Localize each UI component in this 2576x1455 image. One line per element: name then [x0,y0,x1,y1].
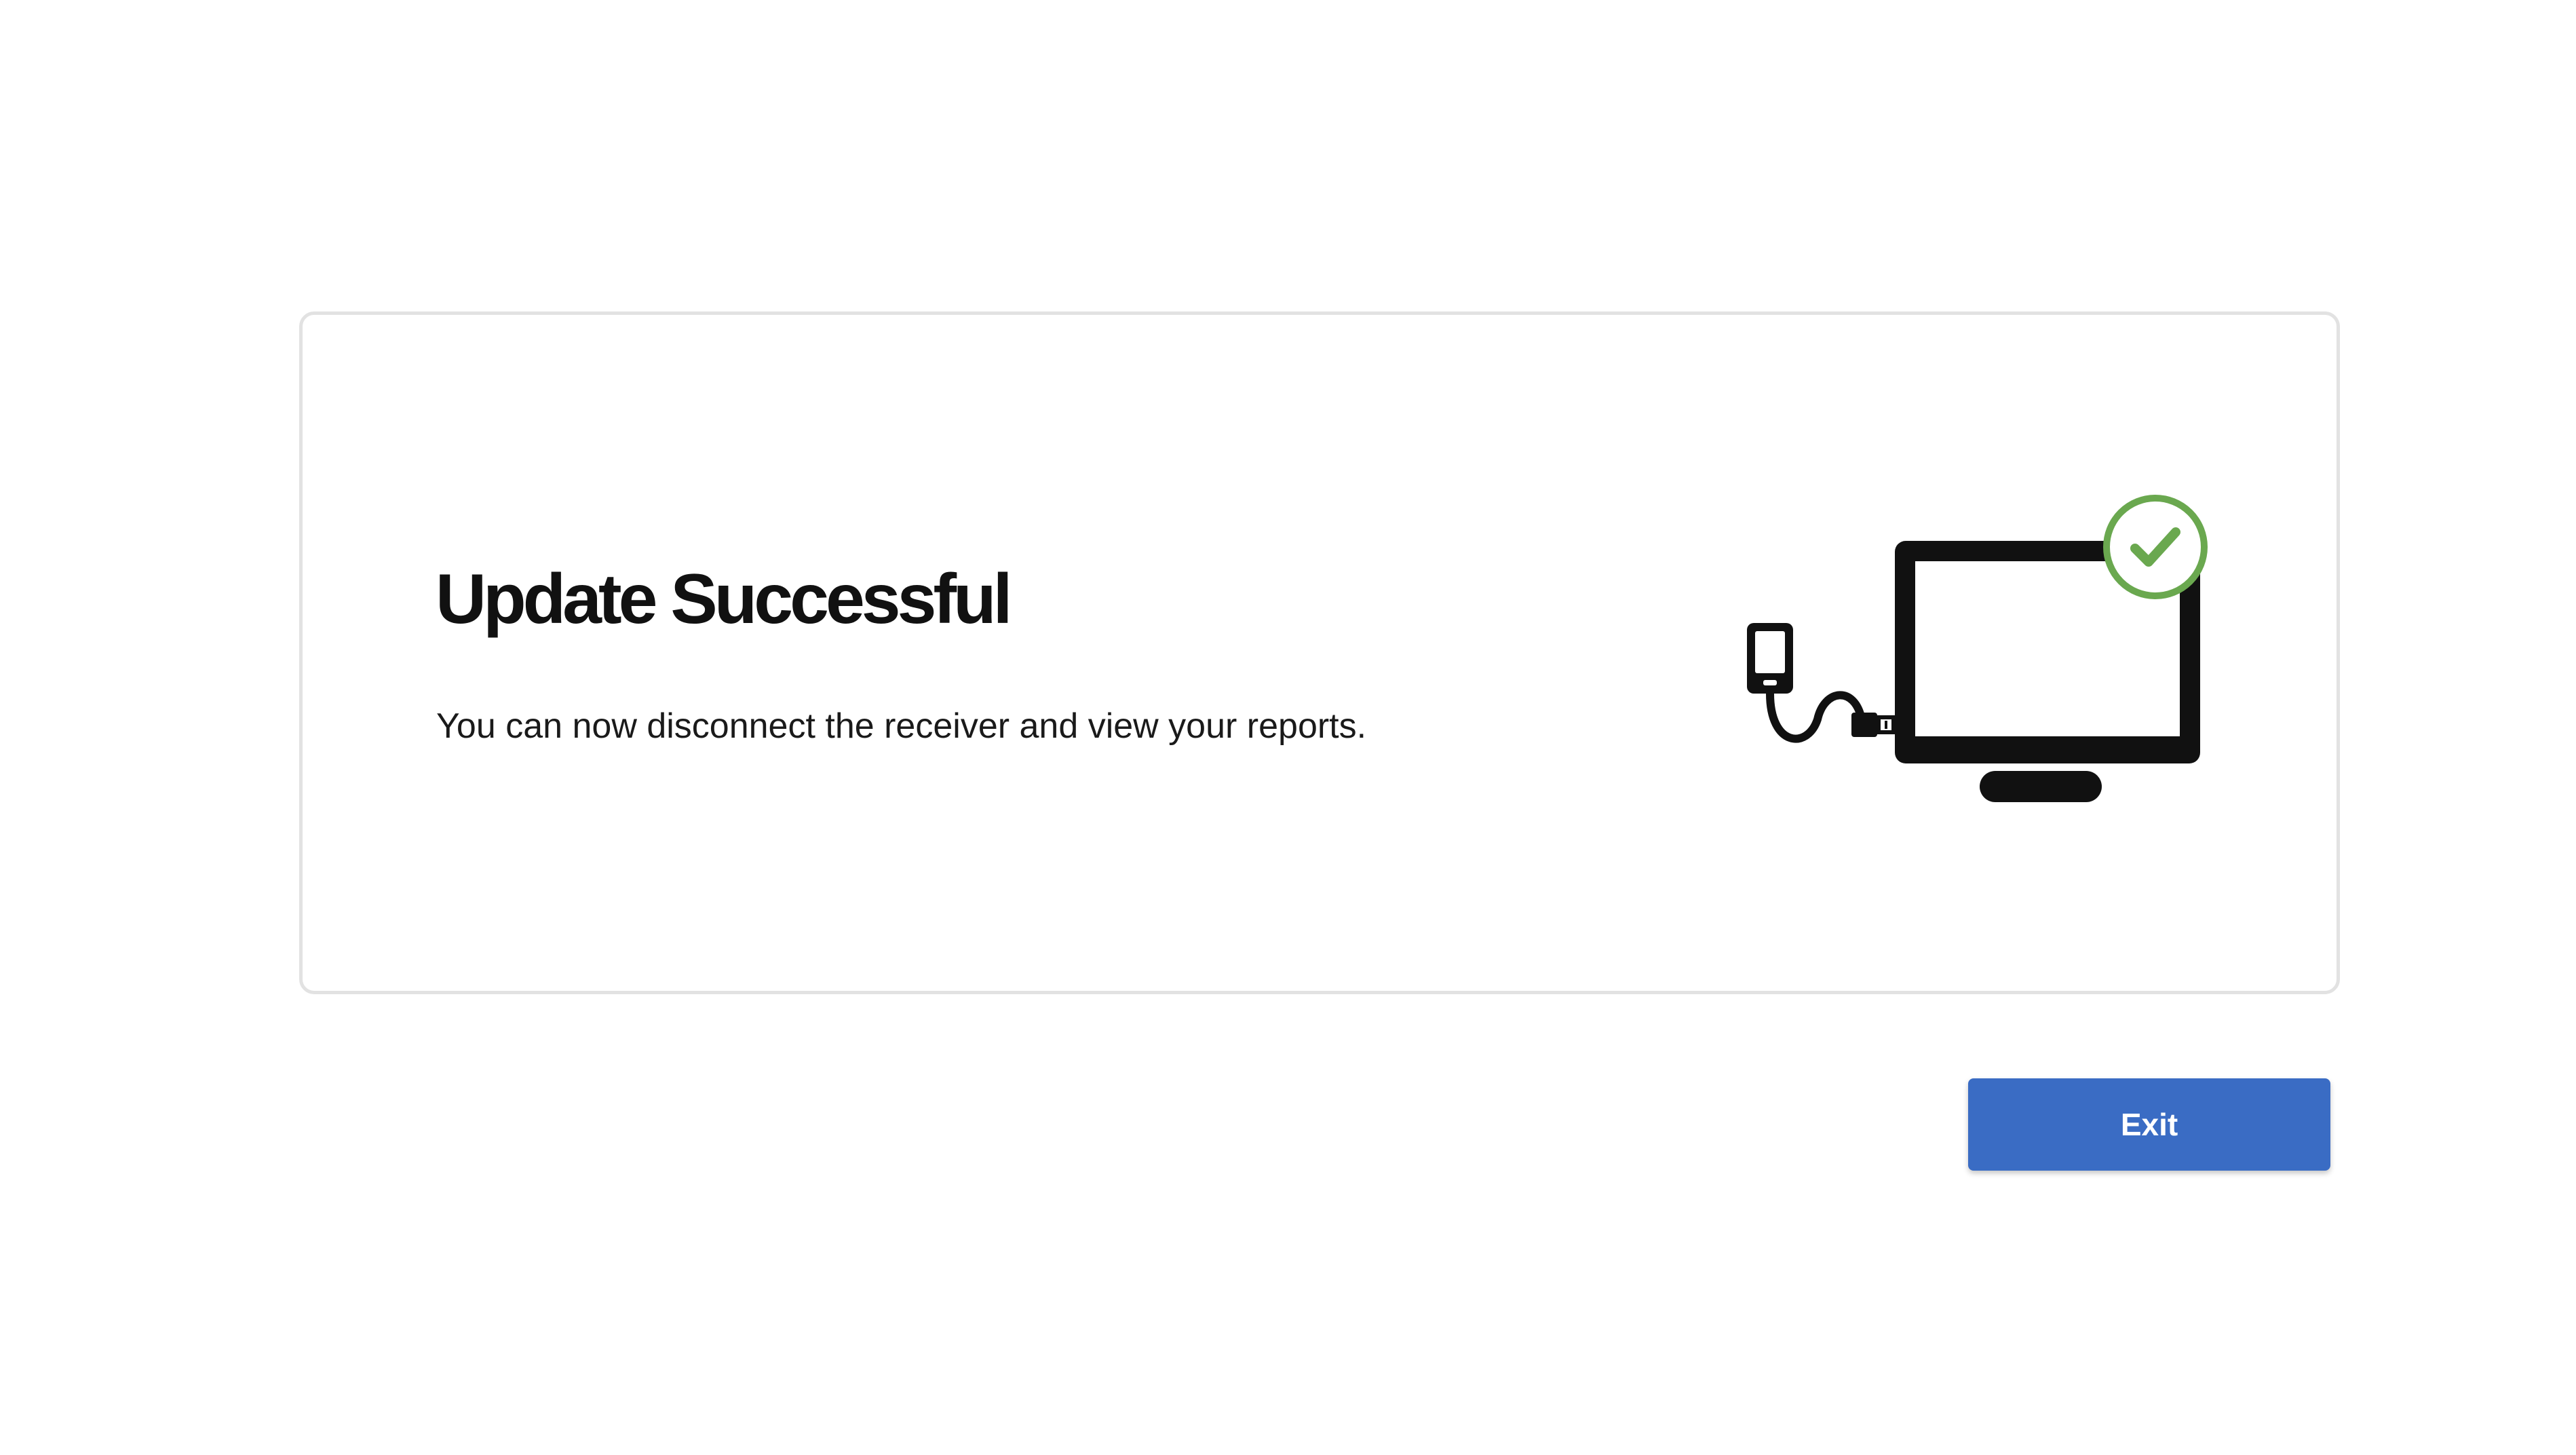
status-card: Update Successful You can now disconnect… [299,311,2340,994]
page-title: Update Successful [436,560,1013,639]
receiver-icon [1747,623,1793,694]
update-complete-page: Update Successful You can now disconnect… [0,0,2576,1455]
usb-cable-icon [1766,689,1895,743]
success-checkmark-icon [2103,495,2208,599]
status-message: You can now disconnect the receiver and … [436,706,1367,746]
exit-button[interactable]: Exit [1968,1078,2330,1171]
